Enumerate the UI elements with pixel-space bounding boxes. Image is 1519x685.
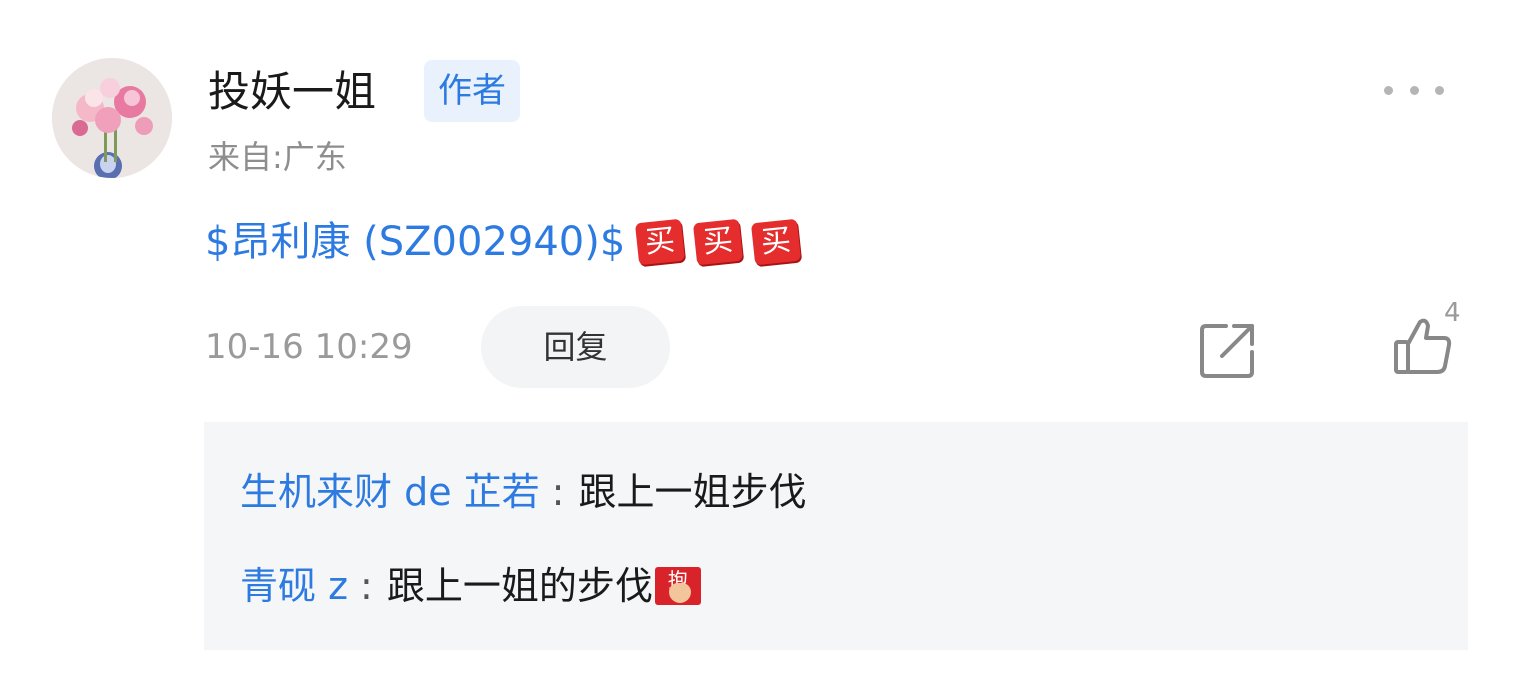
location-label: 来自:广东 bbox=[208, 138, 347, 176]
more-icon-dot bbox=[1435, 85, 1444, 95]
hand-icon bbox=[668, 583, 691, 603]
more-icon-dot bbox=[1409, 85, 1419, 95]
reply-colon: : bbox=[360, 564, 373, 608]
reply-username[interactable]: 生机来财 de 芷若 bbox=[240, 462, 540, 522]
timestamp: 10-16 10:29 bbox=[205, 327, 413, 367]
share-button[interactable] bbox=[1196, 318, 1260, 382]
more-options-button[interactable] bbox=[1384, 70, 1444, 110]
like-count: 4 bbox=[1444, 298, 1461, 328]
username[interactable]: 投妖一姐 bbox=[208, 62, 376, 122]
reply-colon: : bbox=[551, 470, 565, 514]
reply-item: 青砚 z : 跟上一姐的步伐 抱 bbox=[240, 556, 701, 616]
author-badge: 作者 bbox=[424, 60, 520, 122]
comment-content: $昂利康 (SZ002940)$ 买 买 买 bbox=[205, 211, 802, 273]
buy-emoji-icon: 买 bbox=[751, 218, 802, 266]
reply-item: 生机来财 de 芷若 : 跟上一姐步伐 bbox=[240, 462, 807, 522]
buy-emoji-icon: 买 bbox=[693, 218, 744, 266]
stock-link[interactable]: $昂利康 (SZ002940)$ bbox=[205, 211, 625, 273]
reply-username[interactable]: 青砚 z bbox=[240, 556, 348, 616]
more-icon-dot bbox=[1384, 85, 1393, 95]
avatar[interactable] bbox=[52, 58, 172, 178]
reply-text: 跟上一姐的步伐 bbox=[386, 564, 653, 608]
fist-emoji-icon: 抱 bbox=[654, 567, 701, 605]
share-icon bbox=[1200, 324, 1254, 378]
avatar-flower-image bbox=[52, 58, 172, 178]
replies-panel: 生机来财 de 芷若 : 跟上一姐步伐 青砚 z : 跟上一姐的步伐 抱 bbox=[204, 422, 1468, 650]
buy-emoji-icon: 买 bbox=[635, 218, 686, 266]
reply-button[interactable]: 回复 bbox=[481, 306, 670, 388]
reply-text: 跟上一姐步伐 bbox=[578, 470, 807, 514]
